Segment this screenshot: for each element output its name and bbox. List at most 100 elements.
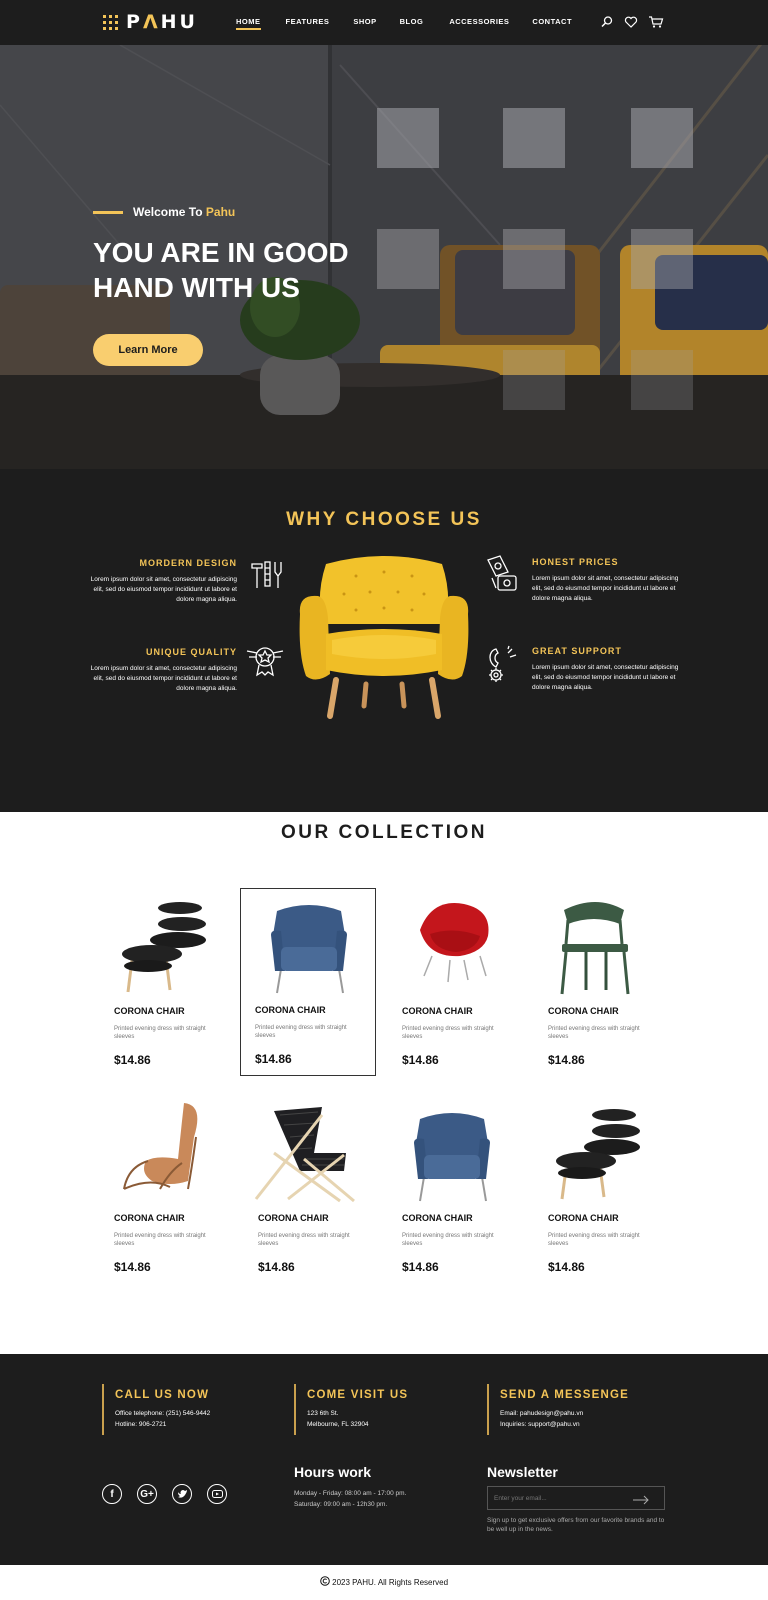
weekday-hours: Monday - Friday: 08:00 am - 17:00 pm.	[294, 1490, 407, 1497]
feature-great-support: GREAT SUPPORT Lorem ipsum dolor sit amet…	[532, 646, 682, 693]
product-price: $14.86	[255, 1052, 292, 1066]
office-telephone: Office telephone: (251) 546-9442	[115, 1410, 211, 1417]
saturday-hours: Saturday: 09:00 am - 12h30 pm.	[294, 1501, 388, 1508]
feature-title: HONEST PRICES	[532, 557, 619, 567]
money-icon	[484, 554, 520, 591]
product-name: CORONA CHAIR	[402, 1006, 473, 1016]
product-name: CORONA CHAIR	[548, 1006, 619, 1016]
arrow-right-icon[interactable]	[632, 1493, 650, 1505]
nav-contact[interactable]: CONTACT	[532, 17, 572, 26]
product-card[interactable]: CORONA CHAIR Printed evening dress with …	[100, 890, 236, 1078]
hours-work-block: Hours work Monday - Friday: 08:00 am - 1…	[294, 1464, 406, 1510]
feature-text: Lorem ipsum dolor sit amet, consectetur …	[90, 576, 237, 603]
product-description: Printed evening dress with straight slee…	[548, 1233, 640, 1247]
inquiries-address[interactable]: Inquiries: support@pahu.vn	[500, 1419, 667, 1430]
why-choose-us-section: WHY CHOOSE US MORDERN DESIGN Lorem ipsum…	[0, 469, 768, 812]
copyright-icon	[320, 1576, 332, 1587]
site-footer: CALL US NOW Office telephone: (251) 546-…	[0, 1354, 768, 1565]
copyright: 2023 PAHU. All Rights Reserved	[0, 1576, 768, 1587]
product-card[interactable]: CORONA CHAIR Printed evening dress with …	[240, 888, 376, 1076]
product-name: CORONA CHAIR	[114, 1213, 185, 1223]
section-title: WHY CHOOSE US	[286, 509, 482, 530]
newsletter-block: Newsletter Sign up to get exclusive offe…	[487, 1464, 667, 1534]
feature-title: MORDERN DESIGN	[139, 558, 237, 568]
newsletter-title: Newsletter	[487, 1464, 558, 1480]
feature-text: Lorem ipsum dolor sit amet, consectetur …	[532, 664, 679, 691]
product-name: CORONA CHAIR	[258, 1213, 329, 1223]
newsletter-text: Sign up to get exclusive offers from our…	[487, 1517, 665, 1533]
product-image	[414, 1113, 490, 1202]
product-image	[254, 1107, 355, 1203]
collection-title: OUR COLLECTION	[281, 822, 487, 843]
header-icons	[600, 15, 664, 29]
call-us-title: CALL US NOW	[115, 1389, 210, 1401]
product-name: CORONA CHAIR	[255, 1005, 326, 1015]
product-image	[122, 902, 206, 993]
newsletter-form	[487, 1486, 665, 1510]
product-card[interactable]: CORONA CHAIR Printed evening dress with …	[534, 890, 670, 1078]
product-price: $14.86	[114, 1053, 151, 1067]
feature-title: UNIQUE QUALITY	[145, 647, 237, 657]
address-line-1: 123 6th St.	[307, 1410, 339, 1417]
nav-blog[interactable]: BLOG	[400, 17, 424, 26]
youtube-icon[interactable]	[207, 1484, 227, 1504]
product-price: $14.86	[114, 1260, 151, 1274]
product-image	[271, 905, 347, 994]
product-description: Printed evening dress with straight slee…	[402, 1026, 494, 1040]
email-address[interactable]: Email: pahudesign@pahu.vn	[500, 1408, 667, 1419]
product-image	[420, 903, 489, 983]
feature-text: Lorem ipsum dolor sit amet, consectetur …	[532, 575, 679, 602]
feature-modern-design: MORDERN DESIGN Lorem ipsum dolor sit ame…	[87, 558, 237, 605]
hero-banner: Welcome To Pahu YOU ARE IN GOOD HAND WITH…	[0, 45, 768, 469]
main-nav: HOME FEATURES SHOP BLOG ACCESSORIES CONT…	[236, 17, 572, 30]
product-card[interactable]: CORONA CHAIR Printed evening dress with …	[388, 890, 524, 1078]
product-price: $14.86	[548, 1260, 585, 1274]
google-plus-icon[interactable]: G+	[137, 1484, 157, 1504]
twitter-icon[interactable]	[172, 1484, 192, 1504]
product-description: Printed evening dress with straight slee…	[114, 1233, 206, 1247]
hours-title: Hours work	[294, 1464, 372, 1480]
product-price: $14.86	[258, 1260, 295, 1274]
call-us-block: CALL US NOW Office telephone: (251) 546-…	[102, 1384, 282, 1435]
product-name: CORONA CHAIR	[548, 1213, 619, 1223]
visit-us-block: COME VISIT US 123 6th St. Melbourne, FL …	[294, 1384, 474, 1435]
nav-features[interactable]: FEATURES	[286, 17, 330, 26]
product-price: $14.86	[402, 1053, 439, 1067]
nav-shop[interactable]: SHOP	[353, 17, 376, 26]
learn-more-button[interactable]: Learn More	[93, 334, 203, 366]
hotline: Hotline: 906-2721	[115, 1421, 167, 1428]
product-image	[123, 1103, 198, 1190]
send-message-block: SEND A MESSENGE Email: pahudesign@pahu.v…	[487, 1384, 667, 1435]
product-card[interactable]: CORONA CHAIR Printed evening dress with …	[100, 1097, 236, 1285]
product-description: Printed evening dress with straight slee…	[548, 1026, 640, 1040]
feature-text: Lorem ipsum dolor sit amet, consectetur …	[90, 665, 237, 692]
nav-home[interactable]: HOME	[236, 17, 261, 30]
product-description: Printed evening dress with straight slee…	[114, 1026, 206, 1040]
newsletter-email-input[interactable]	[494, 1490, 634, 1506]
heart-icon[interactable]	[624, 15, 638, 29]
logo-text: PΛHU	[126, 11, 198, 33]
logo-grid-icon	[103, 14, 118, 30]
nav-accessories[interactable]: ACCESSORIES	[449, 17, 509, 26]
product-card[interactable]: CORONA CHAIR Printed evening dress with …	[534, 1097, 670, 1285]
logo[interactable]: PΛHU	[103, 11, 198, 33]
product-card[interactable]: CORONA CHAIR Printed evening dress with …	[244, 1097, 380, 1285]
tools-icon	[248, 558, 284, 594]
product-card[interactable]: CORONA CHAIR Printed evening dress with …	[388, 1097, 524, 1285]
copyright-text: 2023 PAHU. All Rights Reserved	[332, 1578, 449, 1587]
address-line-2: Melbourne, FL 32904	[307, 1421, 369, 1428]
product-price: $14.86	[402, 1260, 439, 1274]
hero-welcome: Welcome To Pahu	[133, 205, 236, 219]
send-message-title: SEND A MESSENGE	[500, 1389, 629, 1401]
feature-honest-prices: HONEST PRICES Lorem ipsum dolor sit amet…	[532, 557, 682, 604]
cart-icon[interactable]	[648, 15, 664, 29]
social-links: f G+	[102, 1484, 227, 1504]
award-icon	[245, 641, 284, 677]
product-name: CORONA CHAIR	[402, 1213, 473, 1223]
facebook-icon[interactable]: f	[102, 1484, 122, 1504]
product-price: $14.86	[548, 1053, 585, 1067]
search-icon[interactable]	[600, 15, 614, 29]
hero-title: YOU ARE IN GOOD HAND WITH US	[93, 237, 349, 303]
feature-title: GREAT SUPPORT	[532, 646, 622, 656]
product-image	[560, 902, 630, 995]
